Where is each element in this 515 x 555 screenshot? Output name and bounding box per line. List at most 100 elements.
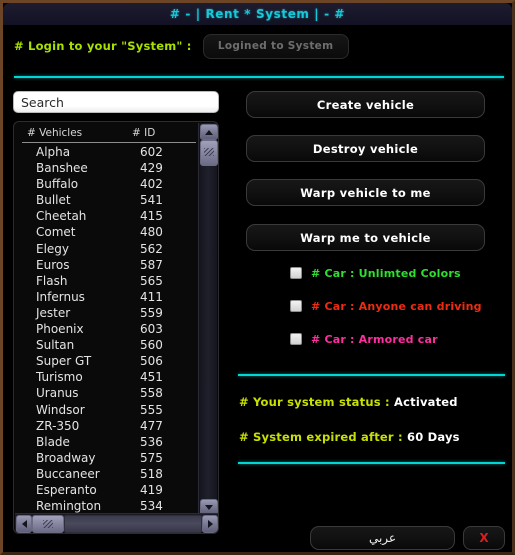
- vehicle-name: Broadway: [36, 450, 96, 465]
- vehicle-id: 575: [140, 450, 163, 465]
- vehicle-name: Phoenix: [36, 322, 84, 337]
- vehicle-id: 518: [140, 466, 163, 481]
- system-expiry-line: # System expired after : 60 Days: [239, 430, 460, 444]
- vertical-scrollbar[interactable]: [198, 123, 218, 516]
- table-row[interactable]: Buffalo 402: [14, 177, 204, 193]
- system-status-line: # Your system status : Activated: [239, 395, 458, 409]
- vehicle-id: 536: [140, 434, 163, 449]
- vehicle-id: 562: [140, 241, 163, 256]
- table-row[interactable]: Blade 536: [14, 435, 204, 451]
- vehicle-id: 558: [140, 386, 163, 401]
- vehicle-name: Remington: [36, 499, 102, 514]
- vehicle-list-header: # Vehicles # ID: [14, 122, 204, 142]
- vehicle-name: Sultan: [36, 338, 75, 353]
- vehicle-name: Bullet: [36, 193, 71, 208]
- vehicle-name: Super GT: [36, 354, 92, 369]
- table-row[interactable]: Phoenix 603: [14, 322, 204, 338]
- vehicle-name: Buffalo: [36, 177, 79, 192]
- divider-status-bottom: [238, 462, 505, 464]
- vehicle-id: 602: [140, 145, 163, 159]
- vehicle-name: Cheetah: [36, 209, 87, 224]
- table-row[interactable]: Euros 587: [14, 258, 204, 274]
- table-row[interactable]: Broadway 575: [14, 451, 204, 467]
- option-label: # Car : Unlimted Colors: [311, 266, 461, 280]
- vehicle-id: 451: [140, 370, 163, 385]
- search-input[interactable]: [13, 91, 219, 113]
- table-row[interactable]: Banshee 429: [14, 161, 204, 177]
- window-title: # - | Rent * System | - #: [169, 7, 346, 21]
- vehicle-list-panel: # Vehicles # ID Alpha 602 Banshee 429 Buffal…: [13, 121, 219, 534]
- warp-vehicle-to-me-button[interactable]: Warp vehicle to me: [246, 179, 485, 206]
- table-row[interactable]: Comet 480: [14, 225, 204, 241]
- vehicle-name: Infernus: [36, 289, 85, 304]
- scroll-right-icon[interactable]: [202, 515, 218, 533]
- table-row[interactable]: Flash 565: [14, 274, 204, 290]
- horizontal-scrollbar-track[interactable]: [64, 515, 202, 533]
- vehicle-name: Flash: [36, 273, 68, 288]
- vehicle-id: 559: [140, 305, 163, 320]
- login-row: # Login to your "System" : Logined to Sy…: [14, 33, 504, 59]
- scroll-up-icon[interactable]: [200, 124, 218, 140]
- system-expiry-value: 60 Days: [407, 430, 460, 444]
- system-expiry-label: # System expired after :: [239, 430, 403, 444]
- login-label: # Login to your "System" :: [14, 39, 192, 53]
- vehicle-name: Elegy: [36, 241, 70, 256]
- vehicle-name: Blade: [36, 434, 70, 449]
- close-button[interactable]: X: [463, 526, 505, 550]
- rent-system-window: # - | Rent * System | - # # Login to you…: [0, 0, 515, 555]
- table-row[interactable]: Cheetah 415: [14, 209, 204, 225]
- option-armored-car[interactable]: # Car : Armored car: [290, 331, 438, 347]
- vehicle-name: Banshee: [36, 161, 88, 176]
- horizontal-scrollbar-thumb[interactable]: [32, 515, 64, 533]
- vehicle-id: 603: [140, 322, 163, 337]
- option-anyone-can-drive[interactable]: # Car : Anyone can driving: [290, 298, 482, 314]
- table-row[interactable]: Bullet 541: [14, 193, 204, 209]
- grip-icon: [204, 148, 214, 156]
- vehicle-name: Jester: [36, 305, 71, 320]
- vehicle-name: Turismo: [36, 370, 83, 385]
- option-label: # Car : Anyone can driving: [311, 299, 482, 313]
- vehicle-id: 402: [140, 177, 163, 192]
- table-row[interactable]: Uranus 558: [14, 386, 204, 402]
- table-row[interactable]: Buccaneer 518: [14, 467, 204, 483]
- vehicle-name: Alpha: [36, 145, 71, 159]
- scroll-left-icon[interactable]: [16, 515, 32, 533]
- vehicle-rows[interactable]: Alpha 602 Banshee 429 Buffalo 402 Bullet 541 Che…: [14, 145, 204, 530]
- vehicle-name: ZR-350: [36, 418, 80, 433]
- system-status-value: Activated: [394, 395, 458, 409]
- login-button[interactable]: Logined to System: [202, 33, 349, 59]
- warp-me-to-vehicle-button[interactable]: Warp me to vehicle: [246, 224, 485, 251]
- grip-icon: [43, 520, 53, 528]
- table-row[interactable]: Jester 559: [14, 306, 204, 322]
- checkbox-icon[interactable]: [290, 333, 302, 345]
- vehicle-id: 560: [140, 338, 163, 353]
- horizontal-scrollbar[interactable]: [15, 513, 218, 533]
- vehicle-name: Buccaneer: [36, 466, 100, 481]
- table-row[interactable]: Windsor 555: [14, 403, 204, 419]
- divider-top: [14, 76, 504, 78]
- vehicle-id: 565: [140, 273, 163, 288]
- create-vehicle-button[interactable]: Create vehicle: [246, 91, 485, 118]
- arabic-language-button[interactable]: عربي: [310, 526, 455, 550]
- table-row[interactable]: ZR-350 477: [14, 419, 204, 435]
- table-row[interactable]: Elegy 562: [14, 242, 204, 258]
- vehicle-id: 411: [140, 289, 163, 304]
- vertical-scrollbar-thumb[interactable]: [200, 140, 218, 166]
- checkbox-icon[interactable]: [290, 300, 302, 312]
- table-row[interactable]: Sultan 560: [14, 338, 204, 354]
- destroy-vehicle-button[interactable]: Destroy vehicle: [246, 135, 485, 162]
- vehicle-name: Comet: [36, 225, 76, 240]
- window-titlebar: # - | Rent * System | - #: [3, 3, 512, 25]
- table-row[interactable]: Infernus 411: [14, 290, 204, 306]
- vehicle-id: 429: [140, 161, 163, 176]
- divider-status-top: [238, 374, 505, 376]
- table-row[interactable]: Turismo 451: [14, 370, 204, 386]
- table-row[interactable]: Esperanto 419: [14, 483, 204, 499]
- checkbox-icon[interactable]: [290, 267, 302, 279]
- table-row[interactable]: Super GT 506: [14, 354, 204, 370]
- system-status-label: # Your system status :: [239, 395, 390, 409]
- vehicle-name: Esperanto: [36, 482, 97, 497]
- option-unlimited-colors[interactable]: # Car : Unlimted Colors: [290, 265, 461, 281]
- vehicle-id: 477: [140, 418, 163, 433]
- table-row[interactable]: Alpha 602: [14, 145, 204, 161]
